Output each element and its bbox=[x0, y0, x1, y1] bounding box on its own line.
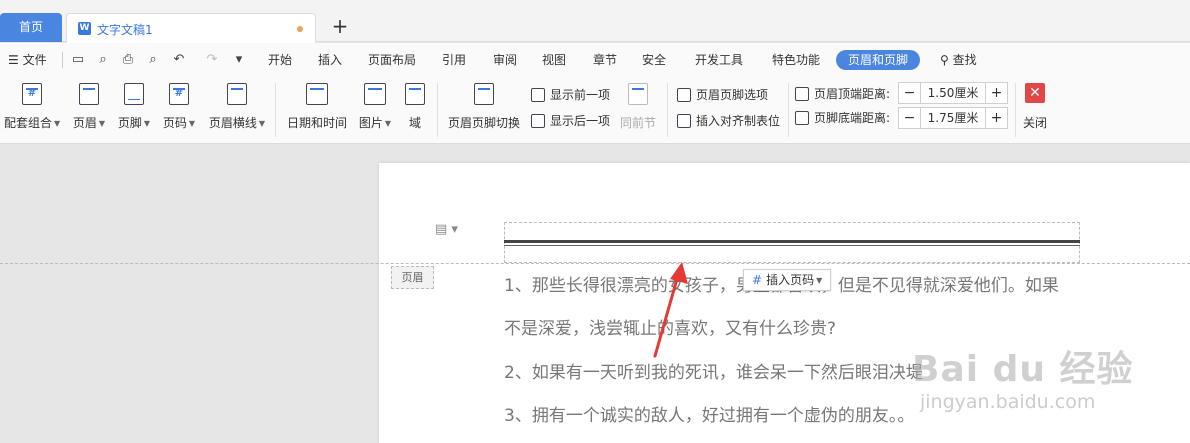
baidu-watermark: Bai du 经验 bbox=[912, 349, 1134, 390]
baidu-watermark-url: jingyan.baidu.com bbox=[920, 391, 1096, 413]
arrow-shaft bbox=[653, 270, 681, 358]
arrow-head bbox=[670, 262, 688, 284]
